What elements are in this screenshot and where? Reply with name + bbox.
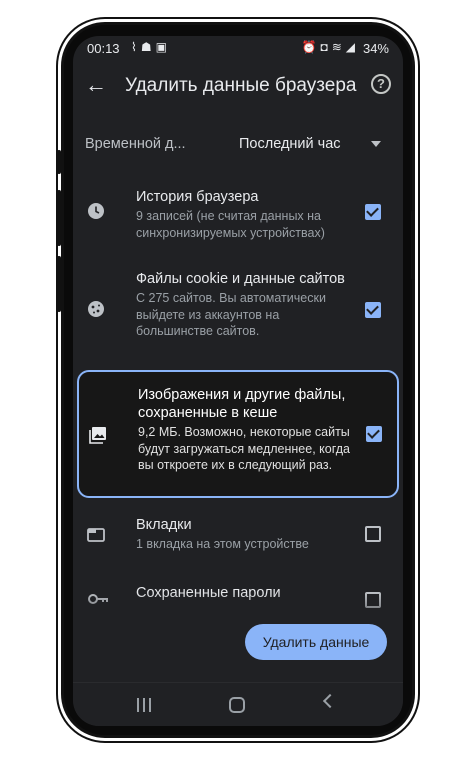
dropdown-arrow-icon[interactable]	[371, 141, 381, 147]
item-subtitle: 1 вкладка на этом устройстве	[136, 537, 309, 551]
item-subtitle: 9 записей (не считая данных на синхрониз…	[136, 209, 325, 240]
android-icon: ☗	[140, 40, 156, 54]
list-item-cache-highlighted[interactable]: Изображения и другие файлы, сохраненные …	[77, 370, 399, 498]
signal-icon: ◢	[345, 40, 359, 54]
checkbox-history[interactable]	[365, 204, 381, 220]
cookie-icon	[88, 301, 104, 317]
notification-icon: ⌇	[131, 40, 141, 54]
clear-data-button[interactable]: Удалить данные	[245, 624, 387, 660]
home-icon[interactable]	[229, 697, 245, 713]
alarm-icon: ⏰	[301, 40, 321, 54]
phone-side-button	[57, 150, 61, 174]
list-item-history[interactable]: История браузера 9 записей (не считая да…	[73, 188, 403, 244]
status-time: 00:13	[87, 41, 120, 56]
item-title: Файлы cookie и данные сайтов	[136, 271, 345, 287]
clock-icon	[88, 203, 104, 219]
status-bar: 00:13 ⌇☗▣ ⏰◘≋◢ 34%	[73, 36, 403, 60]
page-title: Удалить данные браузера	[125, 75, 357, 96]
tab-icon	[87, 528, 105, 542]
status-left-icons: ⌇☗▣	[131, 40, 171, 54]
system-nav-bar	[73, 682, 403, 726]
checkbox-cookies[interactable]	[365, 302, 381, 318]
item-subtitle: С 275 сайтов. Вы автоматически выйдете и…	[136, 291, 326, 338]
phone-side-button	[57, 256, 61, 312]
time-range-label: Временной д...	[85, 136, 186, 152]
item-title: Изображения и другие файлы, сохраненные …	[138, 387, 346, 421]
time-range-selector[interactable]: Временной д... Последний час	[73, 128, 403, 162]
checkbox-tabs[interactable]	[365, 526, 381, 542]
item-subtitle: 9,2 МБ. Возможно, некоторые сайты будут …	[138, 425, 350, 472]
list-item-tabs[interactable]: Вкладки 1 вкладка на этом устройстве	[73, 516, 403, 556]
arrow-back-icon[interactable]: ←	[85, 72, 107, 98]
item-title: История браузера	[136, 189, 259, 205]
battery-saver-icon: ◘	[320, 40, 332, 54]
battery-level: 34%	[362, 41, 389, 56]
app-bar: ← Удалить данные браузера ?	[73, 64, 403, 110]
phone-power-button	[411, 210, 415, 280]
recents-icon[interactable]	[137, 698, 151, 712]
image-icon: ▣	[155, 40, 171, 54]
phone-side-button	[57, 190, 61, 246]
time-range-value[interactable]: Последний час	[239, 136, 341, 152]
help-icon[interactable]: ?	[371, 74, 391, 94]
status-right-icons: ⏰◘≋◢	[302, 40, 360, 54]
item-title: Вкладки	[136, 517, 192, 533]
checkbox-cache[interactable]	[366, 426, 382, 442]
image-icon	[89, 427, 106, 444]
wifi-icon: ≋	[331, 40, 346, 54]
list-item-cookies[interactable]: Файлы cookie и данные сайтов С 275 сайто…	[73, 270, 403, 358]
back-icon[interactable]	[322, 693, 338, 709]
